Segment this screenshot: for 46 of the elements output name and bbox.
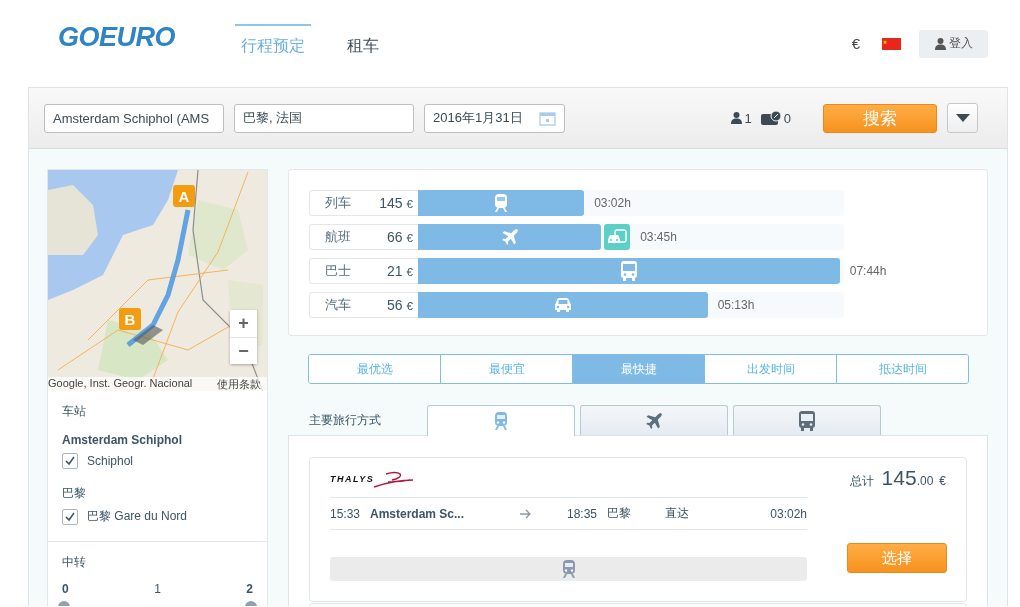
zoom-out-button[interactable]: − bbox=[230, 337, 257, 364]
zoom-in-button[interactable]: + bbox=[230, 310, 257, 337]
mode-label: 巴士 bbox=[325, 262, 351, 280]
mode-price: 56 € bbox=[387, 297, 413, 313]
price-text: 145.00 bbox=[881, 466, 934, 490]
duration-text: 03:02h bbox=[770, 506, 807, 521]
station-option[interactable]: 巴黎 Gare du Nord bbox=[87, 508, 188, 525]
passenger-count[interactable]: 1 bbox=[744, 110, 752, 126]
stops-text: 直达 bbox=[665, 505, 690, 522]
arrival-time: 18:35 bbox=[567, 506, 599, 521]
station-group-title: Amsterdam Schiphol bbox=[62, 433, 184, 447]
stop-count-label: 1 bbox=[154, 582, 161, 596]
station-option[interactable]: Schiphol bbox=[87, 454, 134, 468]
mode-label: 列车 bbox=[325, 194, 351, 212]
duration-text: 05:13h bbox=[717, 298, 755, 312]
mode-label: 汽车 bbox=[325, 296, 351, 314]
nav-tab[interactable]: 租车 bbox=[341, 23, 385, 58]
travel-mode-label: 主要旅行方式 bbox=[309, 412, 382, 429]
logo[interactable]: GOEURO bbox=[58, 22, 235, 53]
total-label: 总计 bbox=[849, 473, 874, 490]
stop-count-label: 0 bbox=[62, 582, 69, 596]
mode-price: 145 € bbox=[379, 195, 413, 211]
departure-time: 15:33 bbox=[330, 506, 362, 521]
operator-logo: THALYS bbox=[330, 473, 375, 484]
mode-price: 21 € bbox=[387, 263, 413, 279]
stop-count-label: 2 bbox=[246, 582, 253, 596]
discount-card-count[interactable]: 0 bbox=[783, 110, 791, 126]
duration-text: 03:02h bbox=[594, 196, 631, 210]
origin-field[interactable]: Amsterdam Schiphol (AMS bbox=[44, 103, 224, 133]
map-attribution: Google, Inst. Geogr. Nacional bbox=[48, 377, 193, 391]
currency-selector[interactable]: € bbox=[851, 35, 860, 52]
origin-station: Amsterdam Sc... bbox=[370, 506, 466, 521]
result-card[interactable]: THALYS 15:33 Amsterdam Sc... 18:35 巴黎 直达 03:02h 总计 145.00 € 选择 bbox=[309, 457, 967, 602]
mode-price: 66 € bbox=[387, 229, 413, 245]
section-title: 车站 bbox=[62, 403, 87, 420]
terms-link[interactable]: 使用条款 bbox=[217, 377, 261, 391]
duration-text: 07:44h bbox=[849, 264, 887, 278]
destination-station: 巴黎 bbox=[607, 505, 632, 522]
destination-field[interactable]: 巴黎, 法国 bbox=[234, 103, 414, 133]
mode-label: 航班 bbox=[325, 228, 351, 246]
station-group-title: 巴黎 bbox=[62, 485, 87, 502]
duration-text: 03:45h bbox=[640, 230, 677, 244]
currency-text: € bbox=[939, 474, 946, 488]
section-title: 中转 bbox=[62, 554, 87, 571]
login-button[interactable]: 登入 bbox=[919, 29, 988, 58]
date-field[interactable]: 2016年1月31日 bbox=[424, 103, 565, 133]
